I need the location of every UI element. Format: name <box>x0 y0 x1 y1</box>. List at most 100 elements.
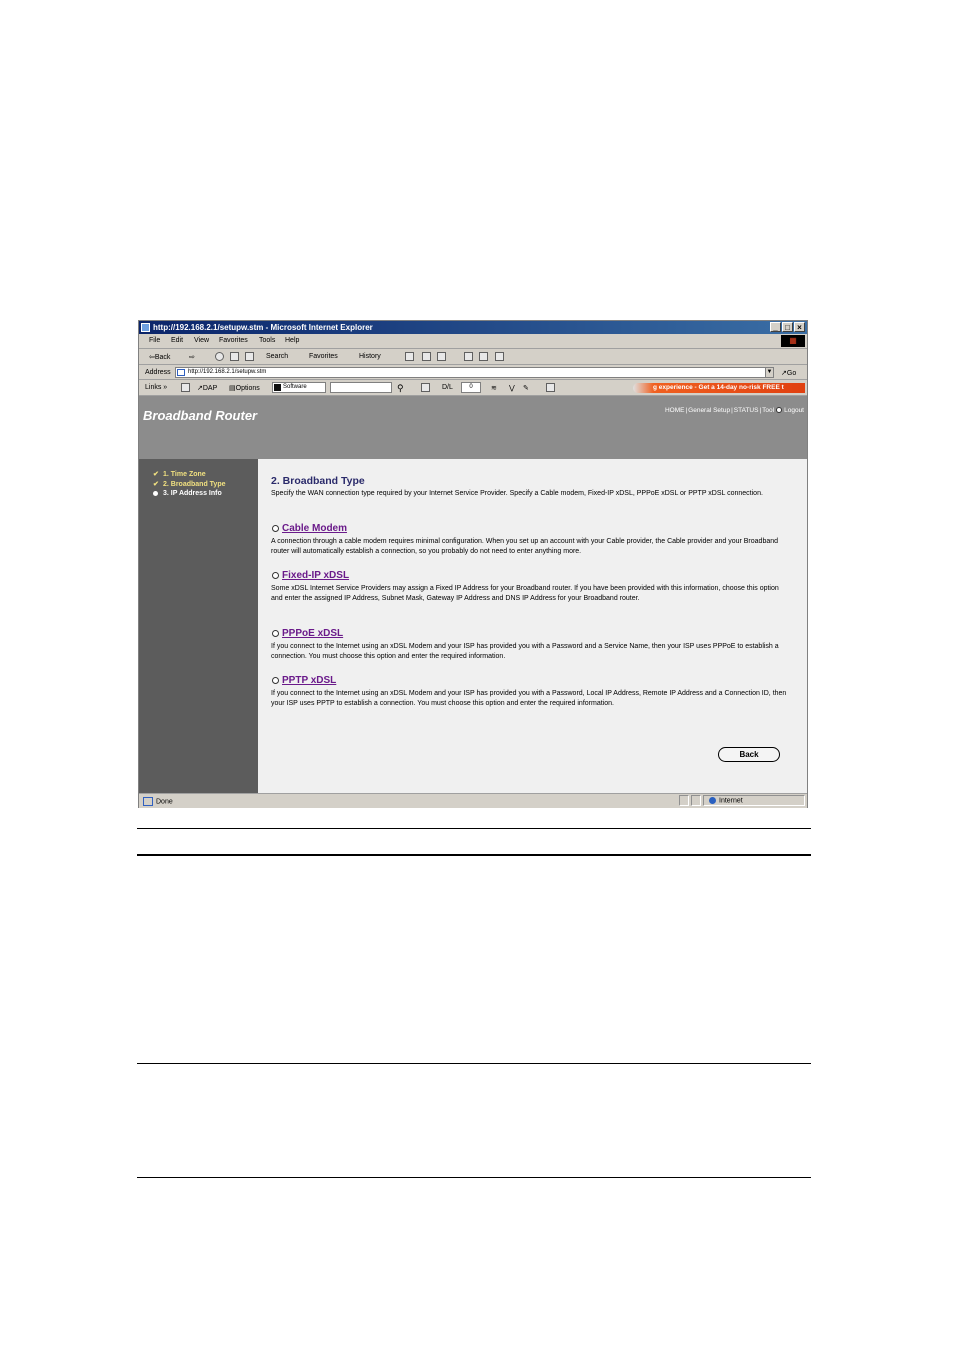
logout-icon <box>776 407 783 414</box>
option-pppoe-xdsl[interactable]: PPPoE xDSL <box>272 628 343 639</box>
nav-home[interactable]: HOME <box>665 407 685 414</box>
home-link-icon[interactable] <box>181 383 190 392</box>
step-broadband-type[interactable]: ✔ 2. Broadband Type <box>153 480 226 488</box>
favorites-button[interactable]: Favorites <box>309 353 338 360</box>
status-text: Done <box>143 797 173 806</box>
option-label[interactable]: PPTP xDSL <box>282 675 336 686</box>
toolbar-search-input[interactable] <box>330 382 392 393</box>
top-nav: HOME|General Setup|STATUS|Tool Logout <box>664 407 804 414</box>
stop-icon[interactable] <box>215 352 224 361</box>
search-button[interactable]: Search <box>266 353 288 360</box>
option-label[interactable]: Fixed-IP xDSL <box>282 570 349 581</box>
nav-general-setup[interactable]: General Setup <box>688 407 730 414</box>
radio-pptp-xdsl[interactable] <box>272 676 279 684</box>
address-url: http://192.168.2.1/setupw.stm <box>188 369 267 375</box>
options-label: Options <box>235 385 260 392</box>
nav-status[interactable]: STATUS <box>734 407 759 414</box>
table-rule <box>137 854 811 856</box>
check-icon: ✔ <box>153 471 159 478</box>
dap-link[interactable]: ↗DAP <box>197 384 217 392</box>
bullet-icon <box>153 490 158 496</box>
page-icon <box>177 369 185 376</box>
option-pptp-xdsl[interactable]: PPTP xDSL <box>272 675 336 686</box>
mail-icon[interactable] <box>405 352 414 361</box>
browser-window: http://192.168.2.1/setupw.stm - Microsof… <box>138 320 808 808</box>
download-icon[interactable] <box>421 383 430 392</box>
refresh-icon[interactable] <box>230 352 239 361</box>
page-done-icon <box>143 797 153 806</box>
option-description: If you connect to the Internet using an … <box>271 690 787 707</box>
step-label: 1. Time Zone <box>163 471 206 478</box>
nav-logout[interactable]: Logout <box>784 407 804 414</box>
status-segment <box>691 795 701 806</box>
magnifier-icon[interactable]: ⚲ <box>397 383 404 394</box>
globe-icon <box>709 797 716 804</box>
windows-logo-icon: ▦ <box>781 335 805 347</box>
print-link-icon[interactable] <box>546 383 555 392</box>
user-icon[interactable] <box>495 352 504 361</box>
print-icon[interactable] <box>422 352 431 361</box>
back-button[interactable]: ⇦Back <box>149 353 170 361</box>
radio-cable-modem[interactable] <box>272 524 279 532</box>
close-button[interactable]: × <box>794 322 805 332</box>
minimize-button[interactable]: _ <box>770 322 781 332</box>
standard-toolbar: ⇦Back ⇨ Search Favorites History <box>139 349 807 365</box>
table-rule <box>137 828 811 829</box>
maximize-button[interactable]: □ <box>782 322 793 332</box>
status-segment <box>679 795 689 806</box>
home-icon[interactable] <box>245 352 254 361</box>
step-ip-address-info[interactable]: 3. IP Address Info <box>153 490 222 497</box>
step-label: 2. Broadband Type <box>163 481 226 488</box>
main-content: 2. Broadband Type Specify the WAN connec… <box>258 459 807 793</box>
step-time-zone[interactable]: ✔ 1. Time Zone <box>153 470 206 478</box>
menu-edit[interactable]: Edit <box>171 337 183 344</box>
address-dropdown-icon[interactable]: ▼ <box>765 367 774 378</box>
promo-banner[interactable]: g experience - Get a 14-day no-risk FREE… <box>633 383 805 393</box>
address-input[interactable]: http://192.168.2.1/setupw.stm <box>175 367 773 378</box>
check-icon: ✔ <box>153 481 159 488</box>
software-label: Software <box>283 384 307 390</box>
step-label: 3. IP Address Info <box>163 490 222 497</box>
go-button[interactable]: ↗Go <box>781 369 796 377</box>
software-icon <box>274 384 281 391</box>
menu-favorites[interactable]: Favorites <box>219 337 248 344</box>
option-description: If you connect to the Internet using an … <box>271 643 779 660</box>
links-bar: Links » ↗DAP ▤Options Software ⚲ D/L 0 ≋… <box>139 380 807 396</box>
option-label[interactable]: PPPoE xDSL <box>282 628 343 639</box>
window-title: http://192.168.2.1/setupw.stm - Microsof… <box>153 323 373 332</box>
option-label[interactable]: Cable Modem <box>282 523 347 534</box>
forward-button[interactable]: ⇨ <box>189 353 195 361</box>
table-rule <box>137 1177 811 1178</box>
options-link[interactable]: ▤Options <box>229 384 260 392</box>
page-title: 2. Broadband Type <box>271 475 365 487</box>
dap-label: DAP <box>202 385 218 392</box>
router-header: Broadband Router HOME|General Setup|STAT… <box>139 396 807 459</box>
option-fixed-ip-xdsl[interactable]: Fixed-IP xDSL <box>272 570 349 581</box>
address-bar: Address http://192.168.2.1/setupw.stm ▼ … <box>139 365 807 380</box>
nav-tool[interactable]: Tool <box>762 407 774 414</box>
ie-icon <box>141 323 150 332</box>
pen-icon[interactable]: ✎ <box>523 384 529 392</box>
dl-label: D/L <box>442 384 453 391</box>
discuss-icon[interactable] <box>464 352 473 361</box>
back-button[interactable]: Back <box>718 747 780 762</box>
messenger-icon[interactable] <box>479 352 488 361</box>
menu-help[interactable]: Help <box>285 337 299 344</box>
option-cable-modem[interactable]: Cable Modem <box>272 523 347 534</box>
radio-pppoe-xdsl[interactable] <box>272 629 279 637</box>
dl-count: 0 <box>461 382 481 393</box>
chevron-down-icon[interactable]: ⋁ <box>509 384 515 392</box>
menu-view[interactable]: View <box>194 337 209 344</box>
links-button[interactable]: Links » <box>145 384 167 391</box>
rss-icon[interactable]: ≋ <box>491 384 497 392</box>
software-select[interactable]: Software <box>272 382 326 393</box>
menu-tools[interactable]: Tools <box>259 337 275 344</box>
status-label: Done <box>156 798 173 806</box>
option-description: Some xDSL Internet Service Providers may… <box>271 585 779 602</box>
menu-file[interactable]: File <box>149 337 160 344</box>
security-zone: Internet <box>709 797 743 804</box>
edit-icon[interactable] <box>437 352 446 361</box>
history-button[interactable]: History <box>359 353 381 360</box>
router-brand: Broadband Router <box>143 408 258 423</box>
radio-fixed-ip-xdsl[interactable] <box>272 571 279 579</box>
